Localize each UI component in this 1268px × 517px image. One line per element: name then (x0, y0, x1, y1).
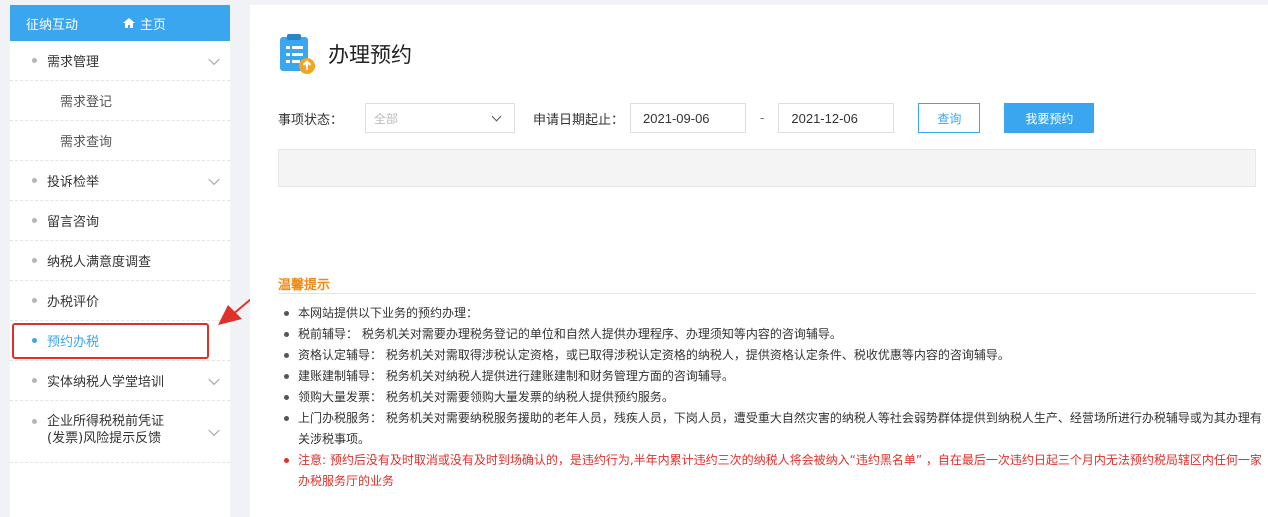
sidebar-item-label: 纳税人满意度调查 (47, 255, 152, 270)
list-item: 本网站提供以下业务的预约办理： (282, 303, 1268, 324)
tips-divider (278, 293, 1256, 294)
sidebar-item-appointment[interactable]: 预约办税 (10, 321, 230, 361)
sidebar-title: 征纳互动 (26, 17, 79, 33)
bullet-icon (32, 178, 37, 183)
list-item: 领购大量发票： 税务机关对需要领购大量发票的纳税人提供预约服务。 (282, 387, 1268, 408)
sidebar-item-label: 留言咨询 (47, 215, 100, 230)
chevron-down-icon (208, 424, 220, 436)
tips-list: 本网站提供以下业务的预约办理： 税前辅导： 税务机关对需要办理税务登记的单位和自… (282, 303, 1268, 492)
sidebar-item-label: 需求查询 (60, 135, 113, 150)
status-label: 事项状态： (278, 112, 344, 128)
list-item: 资格认定辅导： 税务机关对需取得涉税认定资格，或已取得涉税认定资格的纳税人，提供… (282, 345, 1268, 366)
date-separator: - (760, 111, 765, 125)
sidebar-item-demand-query[interactable]: 需求查询 (10, 121, 230, 161)
highlight-box (12, 323, 209, 359)
chevron-down-icon (208, 53, 220, 65)
filter-row: 事项状态： 全部 申请日期起止： 2021-09-06 - 2021-12-06… (278, 103, 1095, 133)
bullet-icon (32, 419, 37, 424)
list-item: 建账建制辅导： 税务机关对纳税人提供进行建账建制和财务管理方面的咨询辅导。 (282, 366, 1268, 387)
result-table-header (278, 149, 1256, 187)
home-label: 主页 (140, 17, 167, 33)
sidebar-item-label: 需求登记 (60, 95, 113, 110)
warning-item: 注意: 预约后没有及时取消或没有及时到场确认的，是违约行为,半年内累计违约三次的… (282, 450, 1268, 492)
list-item: 上门办税服务： 税务机关对需要纳税服务援助的老年人员，残疾人员，下岗人员，遭受重… (282, 408, 1268, 450)
sidebar-item-label: 投诉检举 (47, 175, 100, 190)
chevron-down-icon (208, 173, 220, 185)
sidebar-item-label: 企业所得税税前凭证(发票)风险提示反馈 (47, 414, 165, 446)
date-range-label: 申请日期起止： (533, 112, 625, 128)
sidebar-item-message-consult[interactable]: 留言咨询 (10, 201, 230, 241)
main-panel: 办理预约 事项状态： 全部 申请日期起止： 2021-09-06 - 2021-… (250, 5, 1268, 517)
title-row: 办理预约 (278, 33, 412, 75)
sidebar-item-taxpayer-training[interactable]: 实体纳税人学堂培训 (10, 361, 230, 401)
bullet-icon (32, 298, 37, 303)
home-icon (123, 18, 136, 28)
sidebar-item-tax-evaluation[interactable]: 办税评价 (10, 281, 230, 321)
chevron-down-icon (208, 373, 220, 385)
sidebar-item-satisfaction-survey[interactable]: 纳税人满意度调查 (10, 241, 230, 281)
book-appointment-button[interactable]: 我要预约 (1004, 103, 1095, 133)
sidebar-item-demand-management[interactable]: 需求管理 (10, 41, 230, 81)
bullet-icon (32, 378, 37, 383)
tips-title: 温馨提示 (278, 278, 331, 293)
sidebar-item-complaint[interactable]: 投诉检举 (10, 161, 230, 201)
home-link[interactable]: 主页 (122, 14, 166, 33)
date-end-input[interactable]: 2021-12-06 (778, 103, 895, 133)
sidebar-item-invoice-risk-feedback[interactable]: 企业所得税税前凭证(发票)风险提示反馈 (10, 401, 230, 463)
list-item: 税前辅导： 税务机关对需要办理税务登记的单位和自然人提供办理程序、办理须知等内容… (282, 324, 1268, 345)
status-select-value: 全部 (374, 111, 399, 126)
sidebar-header: 征纳互动 主页 (10, 5, 230, 41)
sidebar-item-label: 办税评价 (47, 295, 100, 310)
date-start-input[interactable]: 2021-09-06 (630, 103, 747, 133)
sidebar-item-label: 实体纳税人学堂培训 (47, 375, 165, 390)
query-button[interactable]: 查询 (918, 103, 981, 133)
page-title: 办理预约 (328, 43, 412, 67)
sidebar-item-label: 需求管理 (47, 55, 100, 70)
bullet-icon (32, 58, 37, 63)
chevron-down-icon (491, 111, 502, 122)
sidebar-item-demand-register[interactable]: 需求登记 (10, 81, 230, 121)
status-select[interactable]: 全部 (365, 103, 516, 133)
bullet-icon (32, 218, 37, 223)
sidebar: 征纳互动 主页 需求管理 需求登记 需求查询 投诉检举 留言咨询 纳税人满意度调… (10, 5, 230, 517)
bullet-icon (32, 258, 37, 263)
clipboard-upload-icon (280, 34, 315, 74)
